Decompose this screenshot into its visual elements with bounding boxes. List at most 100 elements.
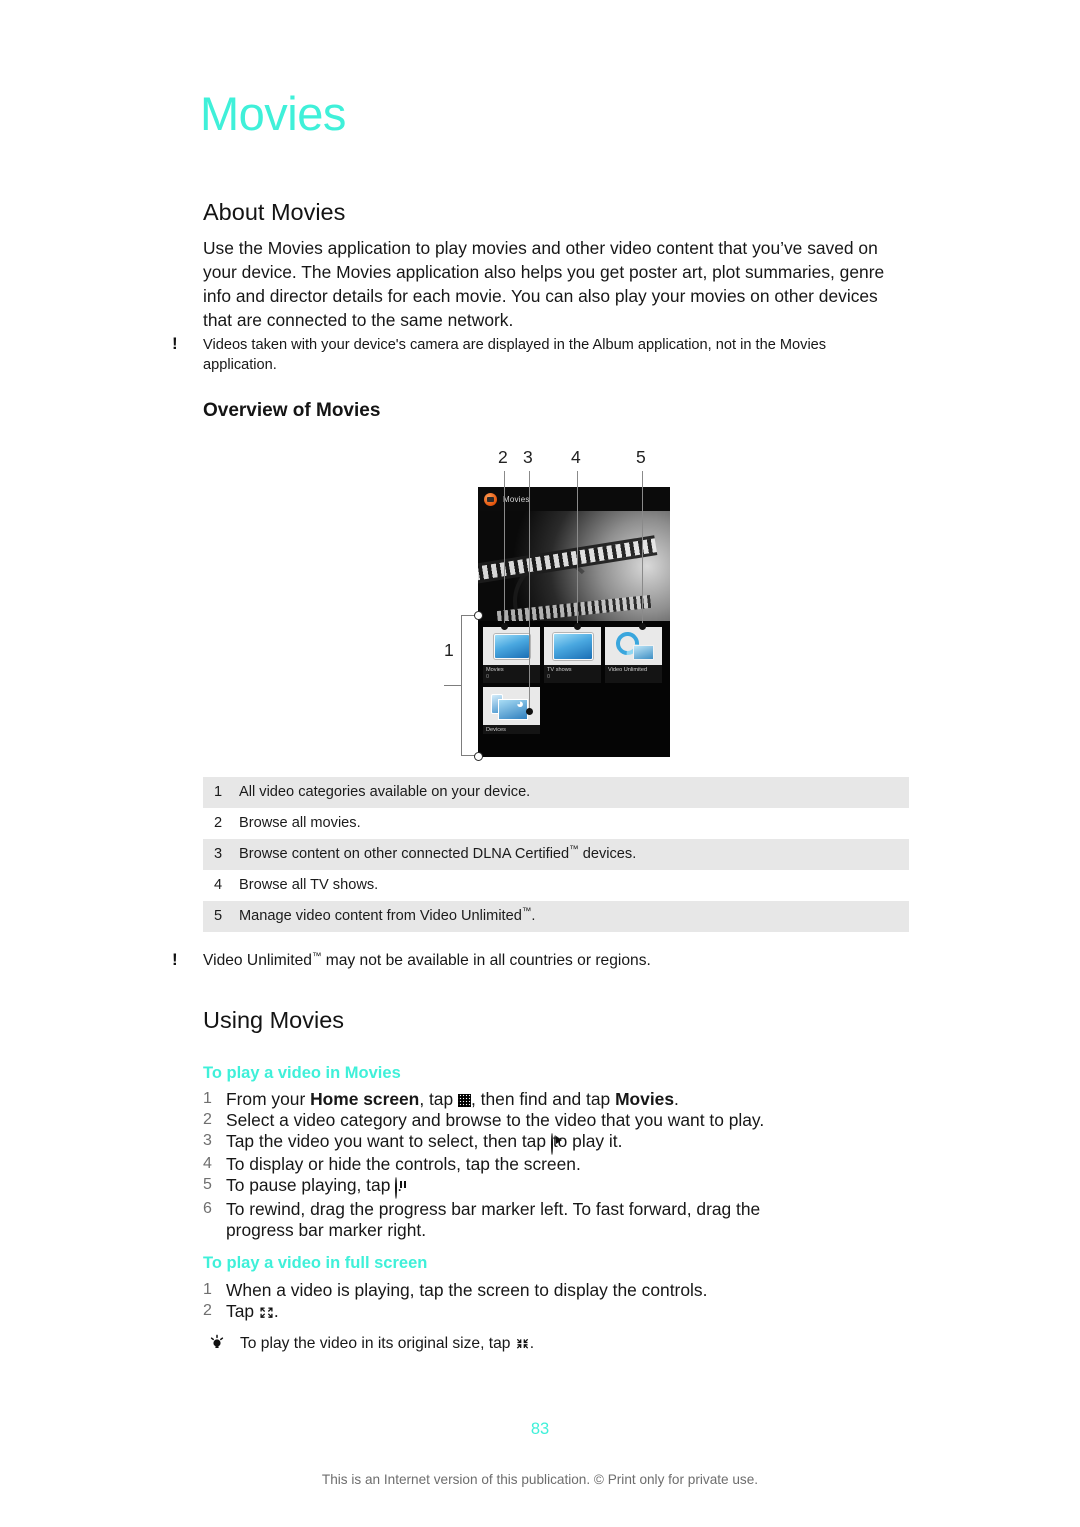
tile-movies-thumb [483, 627, 540, 665]
legend-text: Browse all movies. [239, 815, 361, 831]
legend-text: Browse all TV shows. [239, 877, 379, 893]
tip-text: To play the video in its original size, … [240, 1335, 535, 1354]
list-item: 3 Tap the video you want to select, then… [203, 1131, 909, 1155]
bracket-ring-bottom [474, 752, 483, 761]
procedure-heading-full-screen: To play a video in full screen [203, 1254, 428, 1272]
list-item: 5 To pause playing, tap . [203, 1175, 909, 1200]
leader-dot-5 [639, 623, 646, 630]
movies-app-icon [484, 492, 497, 506]
step-text: When a video is playing, tap the screen … [226, 1280, 708, 1300]
callout-number-3: 3 [523, 447, 533, 467]
note-video-unlimited-availability: ! Video Unlimited™ may not be available … [172, 950, 909, 971]
legend-text: Browse content on other connected DLNA C… [239, 844, 637, 862]
video-unlimited-card [632, 645, 654, 660]
tile-movies[interactable]: Movies 0 [483, 627, 540, 683]
callout-bracket-1-stem [444, 685, 462, 686]
table-row: 1 All video categories available on your… [203, 777, 909, 808]
note-text: Video Unlimited™ may not be available in… [203, 950, 651, 969]
section-heading-using: Using Movies [203, 1007, 345, 1033]
list-item: 2 Select a video category and browse to … [203, 1110, 909, 1131]
steps-full-screen: 1 When a video is playing, tap the scree… [203, 1280, 909, 1324]
tile-video-unlimited[interactable]: Video Unlimited [605, 627, 662, 683]
step-number: 2 [203, 1110, 212, 1128]
legend-number: 5 [214, 908, 223, 924]
leader-dot-4 [574, 623, 581, 630]
devices-dlna-icon: ◕ [490, 692, 533, 720]
legend-table: 1 All video categories available on your… [203, 777, 909, 932]
devices-wifi-waves-icon: ◕ [516, 696, 524, 711]
page-title: Movies [200, 87, 346, 140]
warning-bang-icon: ! [172, 334, 178, 353]
steps-play-in-movies: 1 From your Home screen, tap , then find… [203, 1089, 909, 1241]
leader-line-4 [577, 471, 578, 626]
movies-thumb-icon [493, 633, 530, 659]
tile-movies-count: 0 [486, 674, 490, 680]
overview-figure: 2 3 4 5 1 Movies Movies 0 TV shows 0 Vid… [440, 445, 685, 765]
tile-tv-shows-thumb [544, 627, 601, 665]
section-heading-about: About Movies [203, 199, 346, 225]
tile-tv-shows-label: TV shows [547, 667, 572, 673]
shrink-original-size-icon [515, 1337, 530, 1354]
tile-devices-label: Devices [486, 727, 506, 733]
callout-number-2: 2 [498, 447, 508, 467]
tv-shows-thumb-icon [552, 632, 593, 660]
table-row: 3 Browse content on other connected DLNA… [203, 839, 909, 870]
callout-number-5: 5 [636, 447, 646, 467]
step-text: Tap the video you want to select, then t… [226, 1131, 909, 1155]
footer-notice: This is an Internet version of this publ… [321, 1472, 759, 1487]
category-tiles: Movies 0 TV shows 0 Video Unlimited ◕ De… [483, 627, 665, 738]
leader-dot-2 [501, 623, 508, 630]
callout-number-1: 1 [444, 640, 454, 660]
note-text: Videos taken with your device's camera a… [203, 337, 827, 374]
callout-number-4: 4 [571, 447, 581, 467]
lightbulb-tip-icon [207, 1332, 227, 1352]
legend-number: 1 [214, 784, 223, 800]
leader-line-3 [529, 471, 530, 711]
step-number: 3 [203, 1131, 212, 1149]
legend-number: 2 [214, 815, 223, 831]
list-item: 4 To display or hide the controls, tap t… [203, 1154, 909, 1175]
list-item: 6 To rewind, drag the progress bar marke… [203, 1199, 909, 1241]
tile-tv-shows-count: 0 [547, 674, 551, 680]
note-camera-videos: ! Videos taken with your device's camera… [172, 334, 893, 376]
leader-dot-3 [526, 708, 533, 715]
about-paragraph: Use the Movies application to play movie… [203, 238, 885, 331]
leader-line-2 [504, 471, 505, 626]
legend-number: 4 [214, 877, 223, 893]
tile-tv-shows[interactable]: TV shows 0 [544, 627, 601, 683]
step-number: 6 [203, 1199, 212, 1217]
leader-line-5 [642, 471, 643, 626]
apps-grid-icon [457, 1094, 471, 1107]
table-row: 5 Manage video content from Video Unlimi… [203, 901, 909, 932]
tile-movies-label: Movies [486, 667, 504, 673]
legend-text: All video categories available on your d… [239, 784, 531, 800]
step-number: 1 [203, 1090, 212, 1107]
table-row: 2 Browse all movies. [203, 808, 909, 839]
warning-bang-icon: ! [172, 950, 178, 969]
procedure-heading-play-in-movies: To play a video in Movies [203, 1064, 401, 1082]
device-app-title: Movies [503, 494, 530, 504]
step-number: 5 [203, 1176, 212, 1194]
tile-devices-thumb: ◕ [483, 687, 540, 725]
expand-fullscreen-icon [259, 1303, 274, 1323]
page-number: 83 [530, 1420, 550, 1438]
step-text: To rewind, drag the progress bar marker … [226, 1198, 761, 1240]
bracket-ring-top [474, 611, 483, 620]
list-item: 1 When a video is playing, tap the scree… [203, 1280, 909, 1301]
step-text: Tap . [226, 1300, 279, 1323]
document-page: Movies About Movies Use the Movies appli… [0, 0, 1080, 1527]
list-item: 2 Tap . [203, 1301, 909, 1324]
tip-original-size: To play the video in its original size, … [210, 1334, 946, 1356]
step-text: Select a video category and browse to th… [226, 1109, 765, 1130]
play-circle-icon [550, 1132, 562, 1155]
step-number: 2 [203, 1301, 212, 1319]
tile-video-unlimited-label: Video Unlimited [608, 667, 648, 673]
callout-bracket-1 [461, 615, 479, 756]
table-row: 4 Browse all TV shows. [203, 870, 909, 901]
step-number: 4 [203, 1155, 212, 1173]
tile-video-unlimited-thumb [605, 627, 662, 665]
step-text: To display or hide the controls, tap the… [226, 1154, 581, 1175]
list-item: 1 From your Home screen, tap , then find… [203, 1089, 909, 1110]
video-unlimited-icon [610, 627, 654, 661]
step-number: 1 [203, 1281, 212, 1298]
